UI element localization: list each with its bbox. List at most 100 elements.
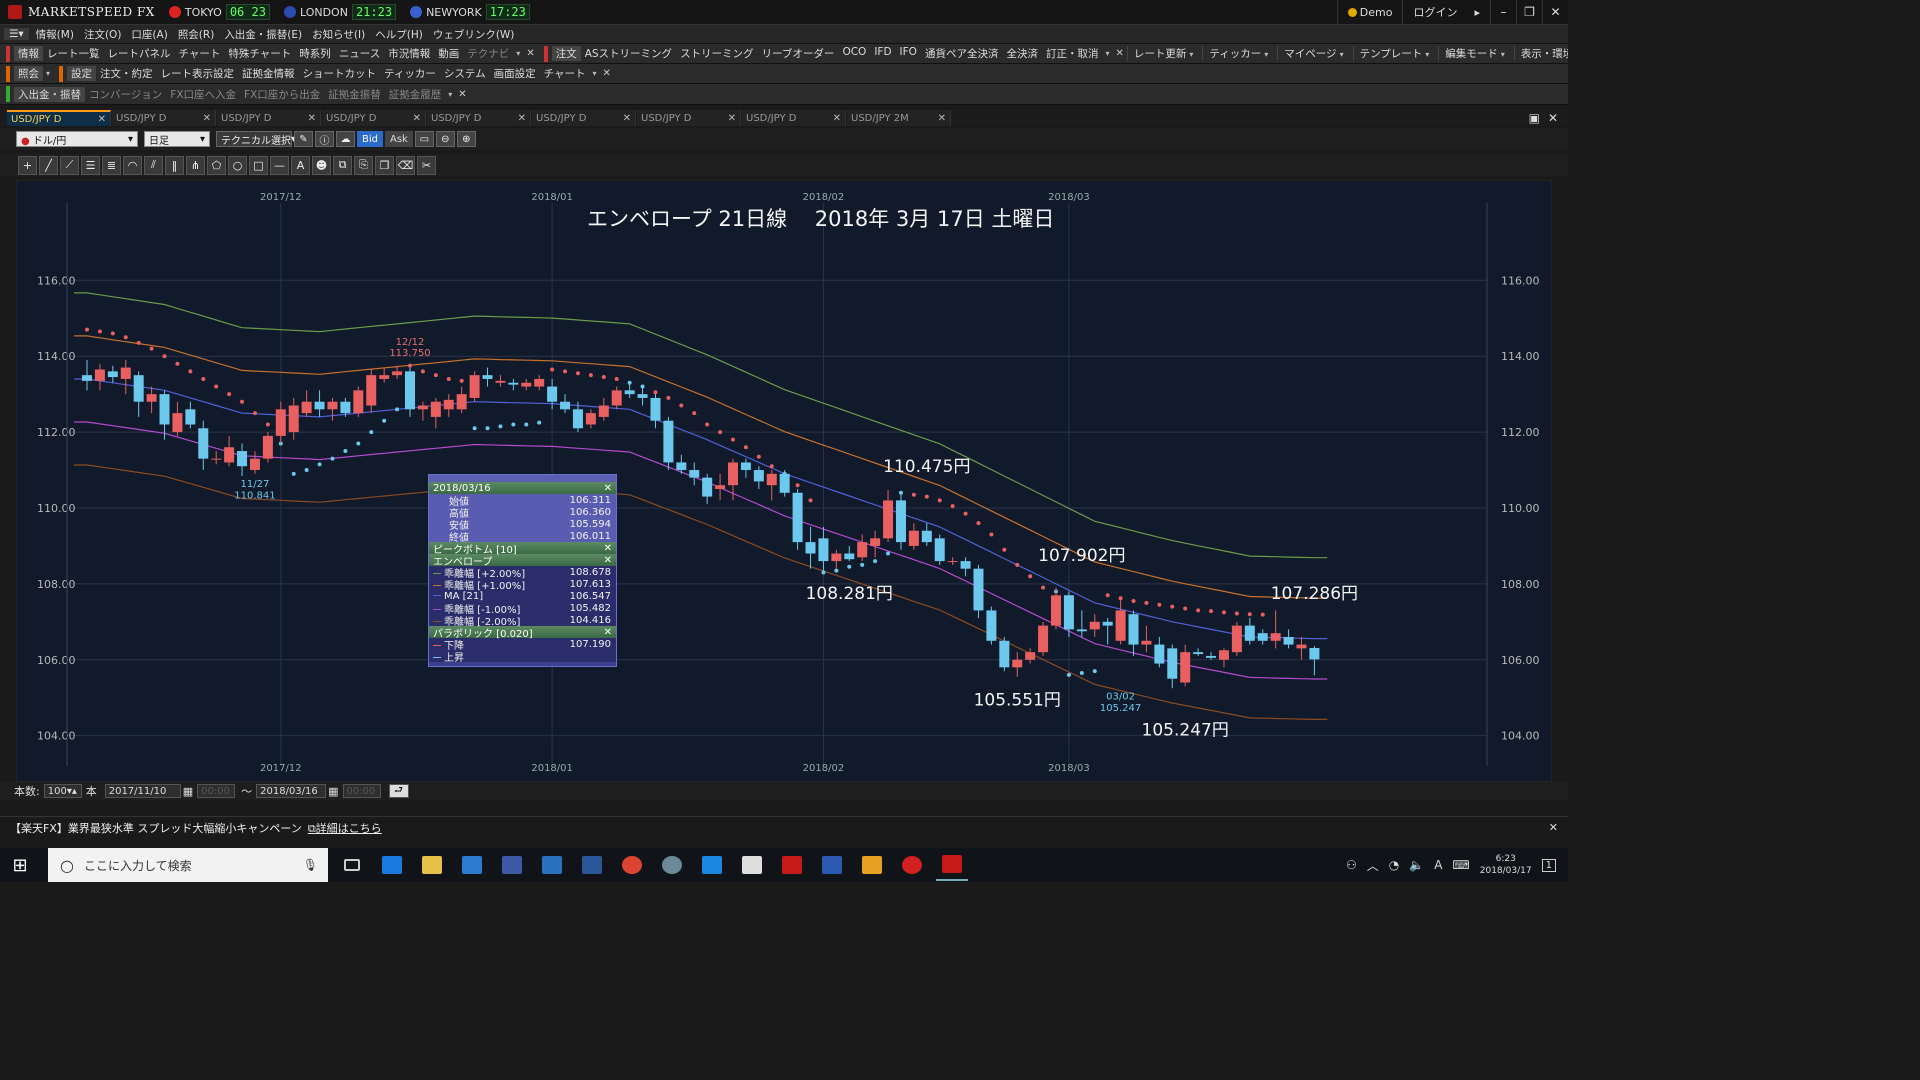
calendar-icon[interactable]: ▦	[183, 785, 193, 798]
transfer-more-dropdown[interactable]: ▾	[445, 90, 455, 99]
technical-select[interactable]: テクニカル選択▾	[216, 131, 296, 147]
close-tab-icon[interactable]: ✕	[728, 113, 736, 124]
transfer-close-icon[interactable]: ✕	[455, 89, 469, 100]
paste-icon[interactable]: ⎘	[354, 155, 373, 175]
settings-toolbar-item[interactable]: チャート	[540, 66, 590, 81]
order-toolbar-item[interactable]: 通貨ペア全決済	[921, 46, 1003, 61]
info-toolbar-item[interactable]: 市況情報	[384, 46, 434, 61]
toolbar-right-button[interactable]: ティッカー ▾	[1202, 46, 1277, 61]
tray-chevron-icon[interactable]: ︿	[1367, 857, 1379, 874]
count-input[interactable]: 100 ▾▴	[43, 784, 82, 798]
chart-tab[interactable]: USD/JPY D ✕	[532, 110, 636, 126]
info-toolbar-item[interactable]: 動画	[434, 46, 463, 61]
transfer-toolbar-item[interactable]: FX口座から出金	[240, 87, 324, 102]
circle-icon[interactable]: ○	[228, 155, 247, 175]
menu-item[interactable]: 入出金・振替(E)	[219, 27, 307, 42]
maximize-button[interactable]: ❐	[1516, 0, 1542, 24]
chart-tab[interactable]: USD/JPY D ✕	[112, 110, 216, 126]
taskbar-search[interactable]: ○ ここに入力して検索 🎙	[48, 848, 328, 882]
close-tab-icon[interactable]: ✕	[623, 113, 631, 124]
chart-tab[interactable]: USD/JPY D ✕	[742, 110, 846, 126]
chart-app-icon[interactable]	[776, 849, 808, 881]
trendline-icon[interactable]: ╱	[39, 155, 58, 175]
chart-tab[interactable]: USD/JPY D ✕	[217, 110, 321, 126]
close-tab-icon[interactable]: ✕	[833, 113, 841, 124]
ray-icon[interactable]: ⟋	[60, 155, 79, 175]
people-icon[interactable]: ⚇	[1346, 858, 1357, 872]
ask-button[interactable]: Ask	[385, 131, 413, 147]
candlestick-chart[interactable]: 104.00 104.00 106.00 106.00 108.00 108.00 110.…	[17, 181, 1553, 783]
marketspeed-fx-taskbar-icon[interactable]	[936, 849, 968, 881]
pitchfork-icon[interactable]: ⋔	[186, 155, 205, 175]
order-close-icon[interactable]: ✕	[1112, 48, 1126, 59]
hamburger-menu-icon[interactable]: ☰▾	[4, 28, 29, 40]
menu-item[interactable]: 情報(M)	[31, 27, 79, 42]
transfer-toolbar-item[interactable]: FX口座へ入金	[166, 87, 240, 102]
horizontal-line-icon[interactable]: —	[270, 155, 289, 175]
toolbar-right-button[interactable]: 編集モード ▾	[1438, 46, 1514, 61]
rectangle-icon[interactable]: □	[249, 155, 268, 175]
close-chart-icon[interactable]: ✕	[1548, 111, 1558, 125]
close-tab-icon[interactable]: ✕	[413, 113, 421, 124]
app2-icon[interactable]	[816, 849, 848, 881]
settings-toolbar-item[interactable]: 注文・約定	[96, 66, 157, 81]
file-explorer-icon[interactable]	[416, 849, 448, 881]
close-icon[interactable]: ✕	[604, 627, 612, 638]
info-toolbar-item[interactable]: 特殊チャート	[224, 46, 295, 61]
cloud-chart-icon[interactable]: ☁	[336, 131, 355, 147]
info-icon[interactable]: ⓘ	[315, 131, 334, 147]
info-more-dropdown[interactable]: ▾	[513, 49, 523, 58]
mail-icon[interactable]	[736, 849, 768, 881]
data-info-panel[interactable]: 2018/03/16 ✕ 始値 106.311 高値 106.360 安値 105.594 終…	[428, 474, 617, 667]
chrome-icon[interactable]	[616, 849, 648, 881]
news-close-icon[interactable]: ✕	[1549, 821, 1558, 834]
toolbar-right-button[interactable]: テンプレート ▾	[1352, 46, 1439, 61]
refresh-icon[interactable]: ⮐	[388, 784, 409, 798]
menu-item[interactable]: お知らせ(I)	[307, 27, 370, 42]
order-toolbar-item[interactable]: IFD	[870, 46, 895, 61]
order-toolbar-item[interactable]: 全決済	[1002, 46, 1042, 61]
order-toolbar-item[interactable]: リーブオーダー	[758, 46, 839, 61]
settings-toolbar-item[interactable]: ショートカット	[299, 66, 381, 81]
duplicate-icon[interactable]: ❐	[375, 155, 394, 175]
info-toolbar-item[interactable]: ニュース	[335, 46, 384, 61]
app-icon[interactable]	[656, 849, 688, 881]
info-toolbar-item[interactable]: チャート	[175, 46, 225, 61]
chart-tab[interactable]: USD/JPY 2M ✕	[847, 110, 951, 126]
order-toolbar-item[interactable]: ASストリーミング	[581, 46, 676, 61]
restore-chart-icon[interactable]: ▣	[1529, 111, 1540, 125]
microphone-icon[interactable]: 🎙	[303, 858, 318, 872]
transfer-toolbar-item[interactable]: 証拠金履歴	[385, 87, 446, 102]
menu-item[interactable]: 口座(A)	[126, 27, 172, 42]
period-select[interactable]: 日足 ▾	[144, 131, 210, 147]
close-tab-icon[interactable]: ✕	[203, 113, 211, 124]
info-toolbar-item[interactable]: レート一覧	[43, 46, 104, 61]
clear-all-icon[interactable]: ✂	[417, 155, 436, 175]
toolbar-right-button[interactable]: 表示・環境設定▾	[1513, 46, 1568, 61]
order-more-dropdown[interactable]: ▾	[1102, 49, 1112, 58]
taskbar-clock[interactable]: 6:23 2018/03/17	[1480, 853, 1532, 877]
inquiry-dropdown[interactable]: ▾	[43, 69, 53, 78]
transfer-toolbar-item[interactable]: 証拠金振替	[324, 87, 385, 102]
ie-icon[interactable]	[376, 849, 408, 881]
order-toolbar-item[interactable]: OCO	[838, 46, 870, 61]
settings-close-icon[interactable]: ✕	[600, 68, 614, 79]
menu-item[interactable]: ウェブリンク(W)	[428, 27, 520, 42]
toolbar-right-button[interactable]: マイページ ▾	[1277, 46, 1352, 61]
eraser-icon[interactable]: ⌫	[396, 155, 415, 175]
stamp-icon[interactable]: ☻	[312, 155, 331, 175]
order-toolbar-item[interactable]: ストリーミング	[676, 46, 758, 61]
info-close-icon[interactable]: ✕	[523, 48, 537, 59]
zoom-in-icon[interactable]: ⊕	[456, 131, 476, 147]
order-toolbar-item[interactable]: IFO	[896, 46, 921, 61]
settings-toolbar-item[interactable]: ティッカー	[380, 66, 440, 81]
zoom-out-icon[interactable]: ⊖	[435, 131, 455, 147]
app3-icon[interactable]	[856, 849, 888, 881]
settings-more-dropdown[interactable]: ▾	[589, 69, 599, 78]
horizontal-lines-icon[interactable]: ☰	[81, 155, 100, 175]
demo-button[interactable]: Demo	[1336, 0, 1403, 24]
chart-tab[interactable]: USD/JPY D ✕	[637, 110, 741, 126]
crosshair-icon[interactable]: +	[18, 155, 37, 175]
window-icon[interactable]: ▭	[414, 131, 434, 147]
to-date-input[interactable]: 2018/03/16	[256, 784, 327, 798]
